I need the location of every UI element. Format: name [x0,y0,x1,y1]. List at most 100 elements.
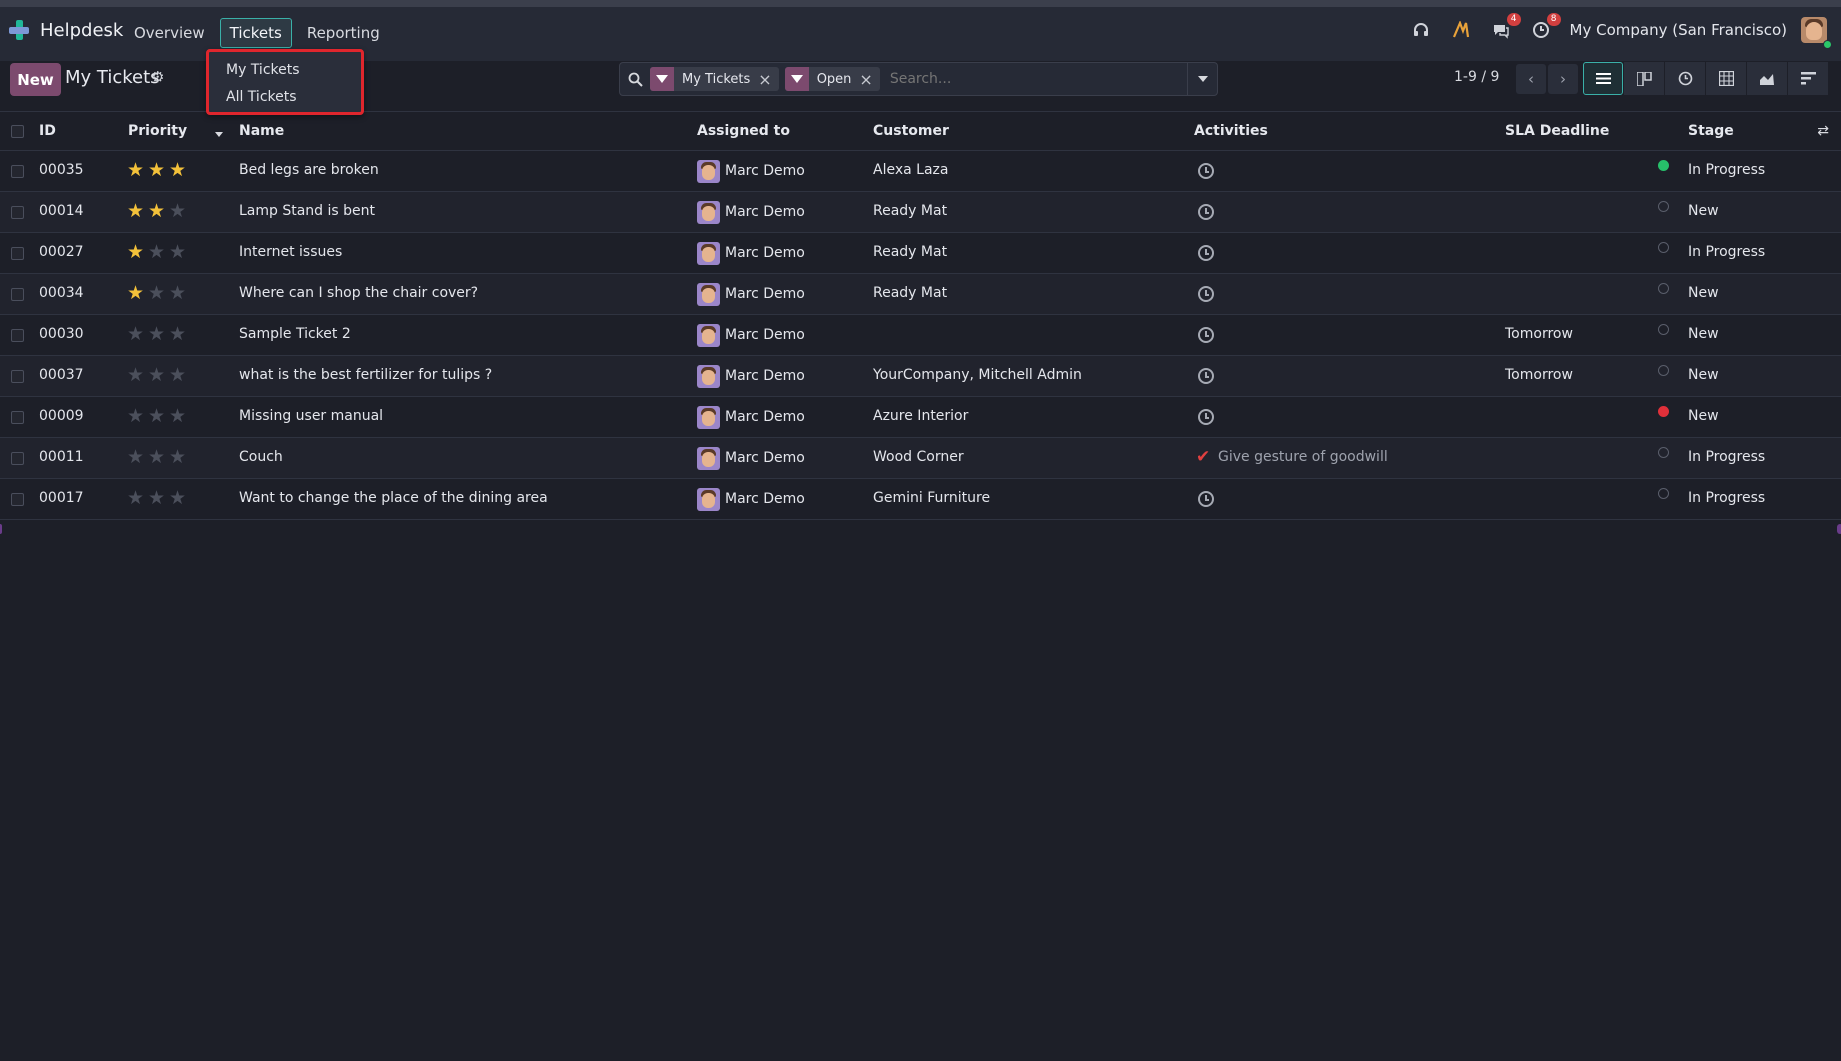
activity-clock-icon[interactable] [1198,245,1214,261]
row-checkbox[interactable] [11,288,24,301]
menu-tickets[interactable]: Tickets [219,18,292,48]
search-input[interactable] [885,71,1187,87]
check-icon[interactable]: ✔ [1196,447,1210,467]
table-row[interactable]: 00037 ★ ★ ★ what is the best fertilizer … [0,356,1841,397]
star-icon[interactable]: ★ [169,446,190,468]
star-icon[interactable]: ★ [127,364,148,386]
kanban-view-button[interactable] [1624,62,1664,95]
scroll-handle[interactable] [1837,524,1841,534]
row-checkbox[interactable] [11,329,24,342]
kanban-state-icon[interactable] [1658,488,1669,499]
row-checkbox[interactable] [11,370,24,383]
column-header-customer[interactable]: Customer [873,123,949,139]
star-icon[interactable]: ★ [127,446,148,468]
pivot-view-button[interactable] [1706,62,1746,95]
kanban-state-icon[interactable] [1658,160,1669,171]
star-icon[interactable]: ★ [127,241,148,263]
kanban-state-icon[interactable] [1658,324,1669,335]
row-checkbox[interactable] [11,165,24,178]
select-all-checkbox[interactable] [11,125,24,138]
priority-stars[interactable]: ★ ★ ★ [127,446,190,468]
kanban-state-icon[interactable] [1658,365,1669,376]
star-icon[interactable]: ★ [148,159,169,181]
activity-clock-icon[interactable] [1198,409,1214,425]
headset-icon[interactable] [1408,17,1434,43]
star-icon[interactable]: ★ [148,446,169,468]
activity-summary[interactable]: Give gesture of goodwill [1218,449,1388,465]
activity-view-button[interactable] [1665,62,1705,95]
star-icon[interactable]: ★ [148,364,169,386]
search-icon[interactable] [620,63,650,95]
company-switcher[interactable]: My Company (San Francisco) [1570,21,1787,39]
row-checkbox[interactable] [11,452,24,465]
scroll-handle[interactable] [0,524,2,534]
priority-stars[interactable]: ★ ★ ★ [127,364,190,386]
activities-clock-icon[interactable]: 8 [1528,13,1561,43]
kanban-state-icon[interactable] [1658,447,1669,458]
priority-stars[interactable]: ★ ★ ★ [127,241,190,263]
star-icon[interactable]: ★ [148,282,169,304]
star-icon[interactable]: ★ [127,323,148,345]
dropdown-item-my-tickets[interactable]: My Tickets [226,62,300,78]
row-checkbox[interactable] [11,247,24,260]
list-view-button[interactable] [1583,62,1623,95]
optional-columns-icon[interactable]: ⇄ [1817,123,1829,139]
table-row[interactable]: 00011 ★ ★ ★ Couch Marc Demo Wood Corner … [0,438,1841,479]
priority-stars[interactable]: ★ ★ ★ [127,159,190,181]
table-row[interactable]: 00035 ★ ★ ★ Bed legs are broken Marc Dem… [0,151,1841,192]
table-row[interactable]: 00017 ★ ★ ★ Want to change the place of … [0,479,1841,520]
menu-reporting[interactable]: Reporting [297,18,390,48]
star-icon[interactable]: ★ [127,282,148,304]
priority-stars[interactable]: ★ ★ ★ [127,323,190,345]
pager-value[interactable]: 1-9 / 9 [1454,69,1499,85]
priority-stars[interactable]: ★ ★ ★ [127,487,190,509]
table-row[interactable]: 00034 ★ ★ ★ Where can I shop the chair c… [0,274,1841,315]
table-row[interactable]: 00030 ★ ★ ★ Sample Ticket 2 Marc Demo To… [0,315,1841,356]
pager-previous-button[interactable]: ‹ [1516,64,1546,94]
gear-icon[interactable]: ⚙ [151,68,164,86]
priority-stars[interactable]: ★ ★ ★ [127,282,190,304]
priority-stars[interactable]: ★ ★ ★ [127,200,190,222]
column-header-activities[interactable]: Activities [1194,123,1268,139]
star-icon[interactable]: ★ [169,159,190,181]
star-icon[interactable]: ★ [169,323,190,345]
kanban-state-icon[interactable] [1658,283,1669,294]
table-row[interactable]: 00014 ★ ★ ★ Lamp Stand is bent Marc Demo… [0,192,1841,233]
priority-stars[interactable]: ★ ★ ★ [127,405,190,427]
column-header-priority[interactable]: Priority [128,123,187,139]
search-options-toggle[interactable] [1187,63,1217,95]
star-icon[interactable]: ★ [169,405,190,427]
chat-icon[interactable]: 4 [1488,13,1521,43]
column-header-id[interactable]: ID [39,123,56,139]
star-icon[interactable]: ★ [148,200,169,222]
star-icon[interactable]: ★ [169,200,190,222]
activity-clock-icon[interactable] [1198,163,1214,179]
menu-overview[interactable]: Overview [124,18,215,48]
row-checkbox[interactable] [11,411,24,424]
table-row[interactable]: 00009 ★ ★ ★ Missing user manual Marc Dem… [0,397,1841,438]
dropdown-item-all-tickets[interactable]: All Tickets [226,89,297,105]
activity-clock-icon[interactable] [1198,286,1214,302]
star-icon[interactable]: ★ [169,364,190,386]
kanban-state-icon[interactable] [1658,406,1669,417]
star-icon[interactable]: ★ [169,241,190,263]
new-button[interactable]: New [10,63,61,96]
activity-clock-icon[interactable] [1198,491,1214,507]
column-header-assigned[interactable]: Assigned to [697,123,790,139]
star-icon[interactable]: ★ [148,405,169,427]
column-header-name[interactable]: Name [239,123,284,139]
activity-clock-icon[interactable] [1198,368,1214,384]
kanban-state-icon[interactable] [1658,201,1669,212]
star-icon[interactable]: ★ [169,282,190,304]
app-brand[interactable]: Helpdesk [8,19,123,41]
row-checkbox[interactable] [11,493,24,506]
star-icon[interactable]: ★ [169,487,190,509]
star-icon[interactable]: ★ [148,487,169,509]
star-icon[interactable]: ★ [127,405,148,427]
star-icon[interactable]: ★ [148,323,169,345]
ai-assistant-icon[interactable] [1448,17,1474,43]
row-checkbox[interactable] [11,206,24,219]
activity-clock-icon[interactable] [1198,327,1214,343]
column-header-stage[interactable]: Stage [1688,123,1734,139]
table-row[interactable]: 00027 ★ ★ ★ Internet issues Marc Demo Re… [0,233,1841,274]
